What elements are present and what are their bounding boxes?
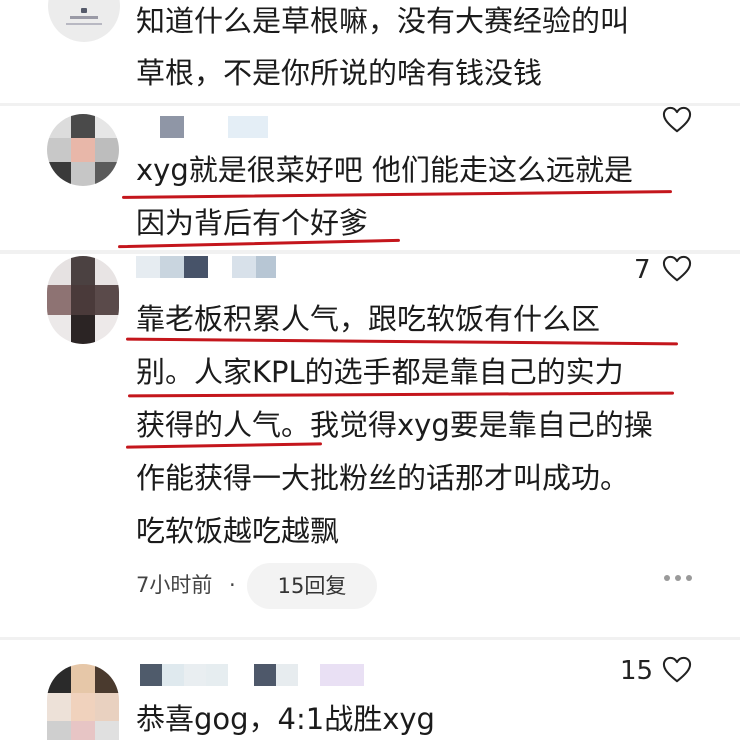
comment-text-line: 吃软饭越吃越飘 — [136, 514, 340, 548]
heart-icon[interactable] — [662, 106, 692, 134]
avatar[interactable] — [47, 664, 119, 740]
divider — [0, 103, 740, 106]
more-icon[interactable] — [664, 571, 696, 585]
logo-mark — [81, 8, 87, 13]
logo-line — [70, 16, 98, 19]
divider — [0, 250, 740, 254]
comment-text-line: 知道什么是草根嘛，没有大赛经验的叫 — [136, 4, 630, 38]
comment-text-line: 作能获得一大批粉丝的话那才叫成功。 — [136, 461, 630, 495]
avatar[interactable] — [47, 114, 119, 186]
comment-text-line: 别。人家KPL的选手都是靠自己的实力 — [136, 355, 624, 389]
logo-line — [66, 23, 102, 25]
comment-time: 7小时前 — [136, 573, 213, 597]
username-masked[interactable] — [160, 116, 268, 138]
avatar[interactable] — [48, 0, 120, 42]
divider — [0, 637, 740, 640]
comment-text-line: 草根，不是你所说的啥有钱没钱 — [136, 56, 543, 90]
heart-icon[interactable] — [662, 255, 692, 283]
username-masked[interactable] — [140, 664, 364, 686]
comment-text-line: 恭喜gog，4:1战胜xyg — [136, 702, 435, 736]
like-count: 7 — [634, 255, 651, 285]
replies-button[interactable]: 15回复 — [247, 563, 377, 609]
heart-icon[interactable] — [662, 656, 692, 684]
username-masked[interactable] — [136, 256, 276, 278]
like-count: 15 — [620, 656, 654, 686]
comment-list: 知道什么是草根嘛，没有大赛经验的叫 草根，不是你所说的啥有钱没钱 xyg就是很菜… — [0, 0, 740, 740]
avatar[interactable] — [47, 256, 119, 344]
meta-separator: · — [229, 573, 236, 597]
comment-text-line: xyg就是很菜好吧 他们能走这么远就是 — [136, 153, 633, 187]
